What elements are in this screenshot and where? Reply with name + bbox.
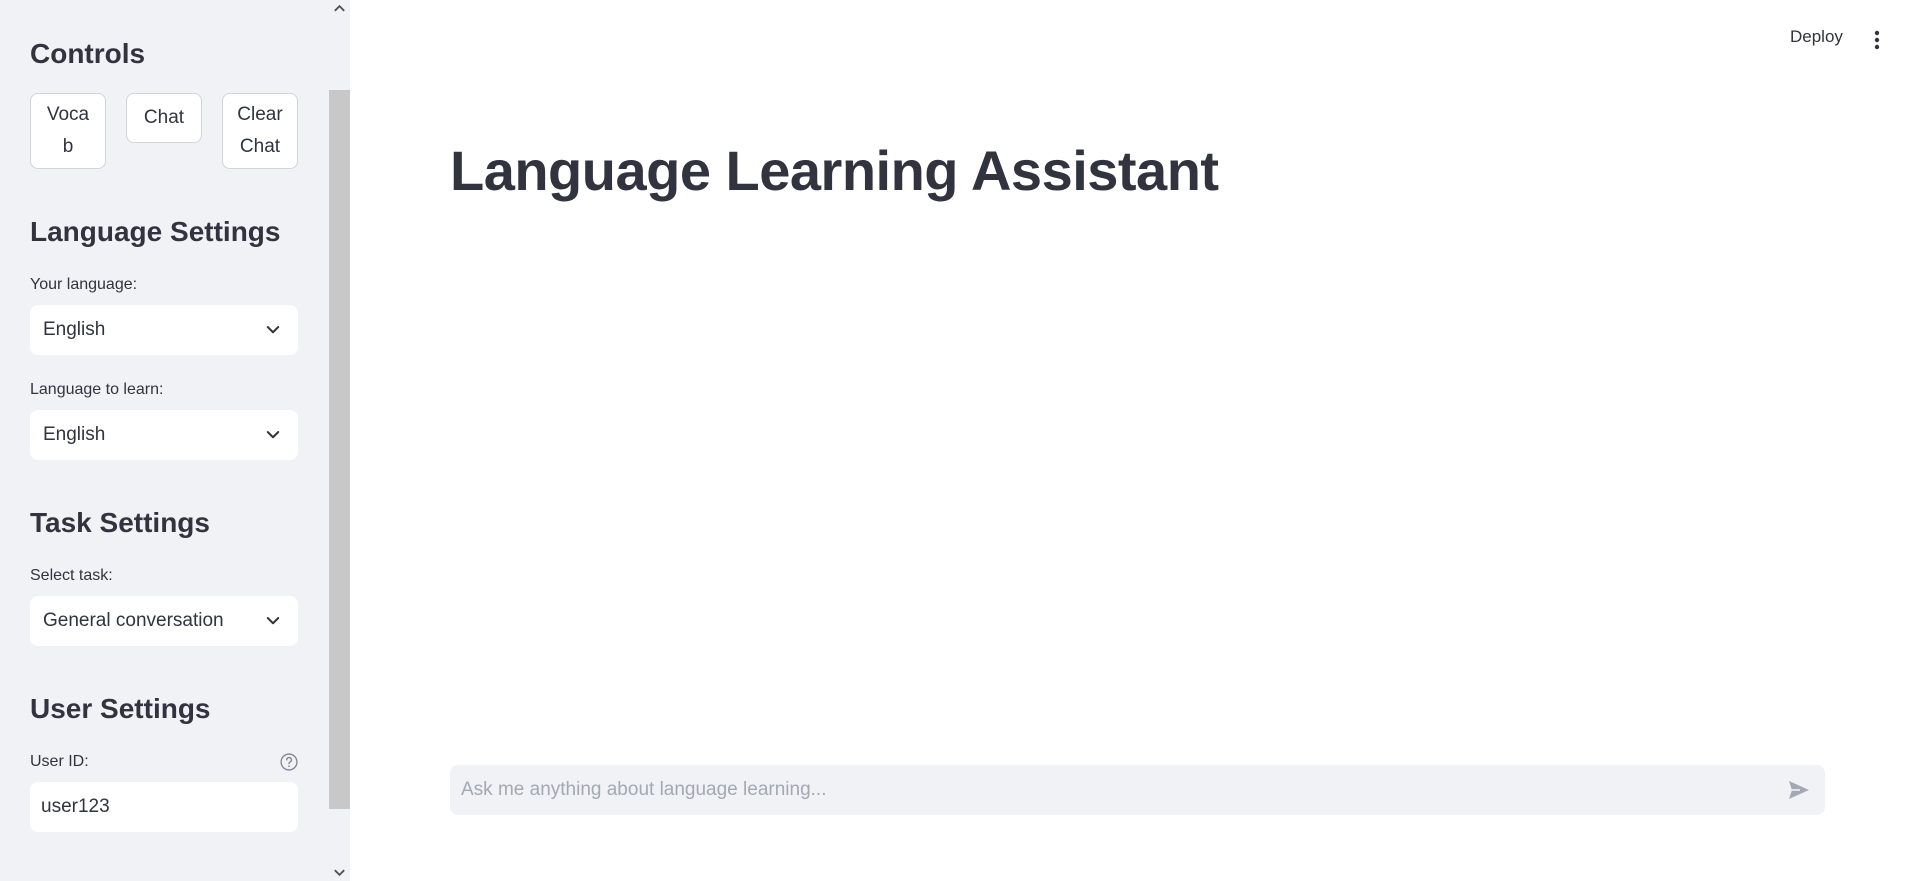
vocab-button[interactable]: Voca b	[30, 93, 106, 169]
task-label: Select task:	[30, 567, 113, 584]
page-title: Language Learning Assistant	[450, 139, 1219, 202]
more-vertical-icon[interactable]	[1868, 28, 1886, 52]
language-settings-heading: Language Settings	[30, 216, 281, 247]
user-id-input[interactable]	[30, 782, 298, 832]
chevron-down-icon	[266, 326, 280, 334]
chat-input-bar	[450, 765, 1825, 815]
task-select[interactable]: General conversation	[30, 596, 298, 646]
sidebar-scrollbar-thumb[interactable]	[329, 90, 350, 809]
learn-language-label: Language to learn:	[30, 381, 164, 398]
vocab-button-line1: Voca	[46, 104, 90, 125]
controls-heading: Controls	[30, 38, 146, 69]
deploy-button[interactable]: Deploy	[1790, 27, 1843, 47]
clear-chat-line1: Clear	[237, 104, 283, 125]
scroll-down-arrow-icon[interactable]	[333, 867, 346, 879]
learn-language-value: English	[43, 424, 106, 445]
sidebar: Controls Voca b Chat Clear Chat Language…	[0, 0, 350, 881]
task-value: General conversation	[43, 610, 224, 631]
chat-button[interactable]: Chat	[126, 93, 202, 143]
help-circle-icon[interactable]	[279, 752, 299, 772]
clear-chat-line2: Chat	[239, 136, 281, 157]
user-id-label: User ID:	[30, 753, 89, 770]
your-language-select[interactable]: English	[30, 305, 298, 355]
chevron-down-icon	[266, 617, 280, 625]
scroll-up-arrow-icon[interactable]	[333, 2, 346, 14]
chevron-down-icon	[266, 431, 280, 439]
user-settings-heading: User Settings	[30, 693, 211, 724]
learn-language-select[interactable]: English	[30, 410, 298, 460]
send-icon[interactable]	[1787, 778, 1811, 802]
vocab-button-line2: b	[62, 136, 74, 157]
task-settings-heading: Task Settings	[30, 507, 210, 538]
chat-button-label: Chat	[143, 107, 185, 128]
your-language-value: English	[43, 319, 106, 340]
clear-chat-button[interactable]: Clear Chat	[222, 93, 298, 169]
your-language-label: Your language:	[30, 276, 138, 293]
chat-input[interactable]	[450, 765, 1770, 815]
